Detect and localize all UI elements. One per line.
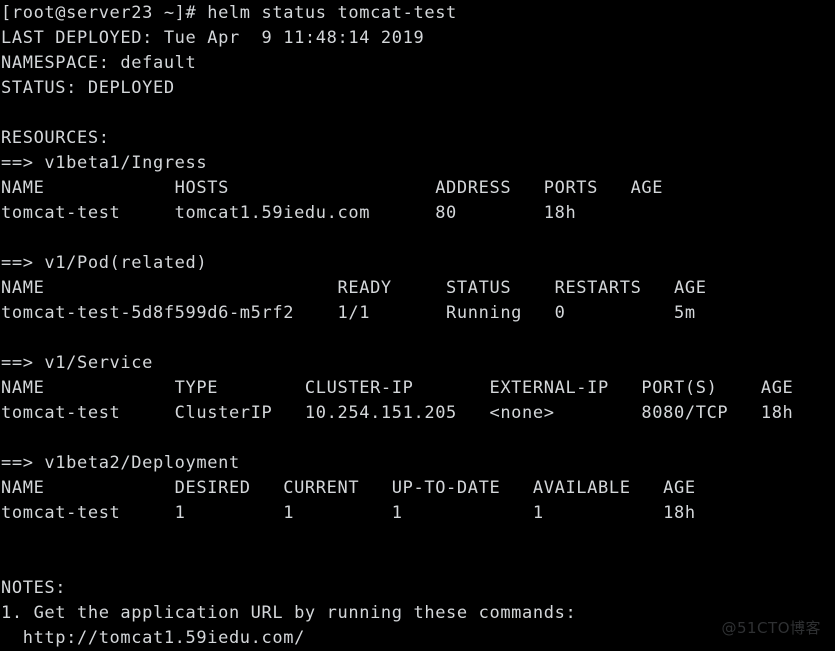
status-line: STATUS: DEPLOYED <box>1 78 175 98</box>
table-header-deployment: NAME DESIRED CURRENT UP-TO-DATE AVAILABL… <box>1 478 696 498</box>
last-deployed-line: LAST DEPLOYED: Tue Apr 9 11:48:14 2019 <box>1 28 425 48</box>
section-kind-deployment: ==> v1beta2/Deployment <box>1 453 240 473</box>
notes-item-url: http://tomcat1.59iedu.com/ <box>1 628 305 648</box>
namespace-line: NAMESPACE: default <box>1 53 197 73</box>
table-row: tomcat-test ClusterIP 10.254.151.205 <no… <box>1 403 794 423</box>
table-row: tomcat-test tomcat1.59iedu.com 80 18h <box>1 203 577 223</box>
section-kind-ingress: ==> v1beta1/Ingress <box>1 153 208 173</box>
table-header-service: NAME TYPE CLUSTER-IP EXTERNAL-IP PORT(S)… <box>1 378 794 398</box>
terminal-window[interactable]: [root@server23 ~]# helm status tomcat-te… <box>0 0 835 649</box>
table-row: tomcat-test 1 1 1 1 18h <box>1 503 696 523</box>
prompt-command-line: [root@server23 ~]# helm status tomcat-te… <box>1 3 457 23</box>
notes-heading: NOTES: <box>1 578 67 598</box>
section-kind-pod: ==> v1/Pod(related) <box>1 253 208 273</box>
notes-item: 1. Get the application URL by running th… <box>1 603 577 623</box>
watermark: @51CTO博客 <box>721 619 821 637</box>
table-header-ingress: NAME HOSTS ADDRESS PORTS AGE <box>1 178 664 198</box>
terminal-screen: [root@server23 ~]# helm status tomcat-te… <box>0 0 835 651</box>
table-row: tomcat-test-5d8f599d6-m5rf2 1/1 Running … <box>1 303 696 323</box>
section-kind-service: ==> v1/Service <box>1 353 153 373</box>
table-header-pod: NAME READY STATUS RESTARTS AGE <box>1 278 707 298</box>
resources-heading: RESOURCES: <box>1 128 110 148</box>
